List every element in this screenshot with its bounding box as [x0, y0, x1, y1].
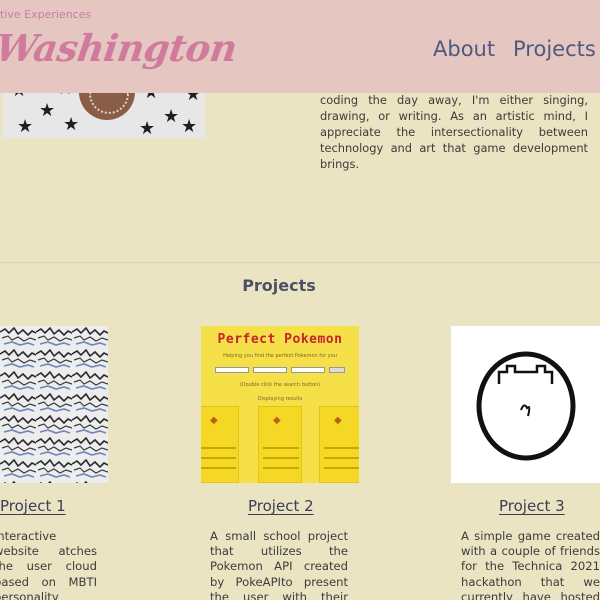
- project-2-description: A small school project that utilizes the…: [210, 529, 348, 600]
- pokemon-sprite-icon: ◆: [334, 415, 342, 426]
- pokemon-filter-select[interactable]: [291, 367, 325, 373]
- project-1-title-link[interactable]: Project 1: [0, 497, 66, 515]
- pokemon-result-card: ◆: [258, 406, 302, 483]
- section-divider: [0, 262, 600, 263]
- pattern-graphic: [0, 326, 108, 483]
- game-character-graphic: [476, 351, 576, 461]
- project-1-description: interactive website atches the user clou…: [0, 529, 97, 600]
- site-header: tive Experiences Washington About Projec…: [0, 0, 600, 93]
- project-2-title-link[interactable]: Project 2: [248, 497, 314, 515]
- nav-projects-link[interactable]: Projects: [513, 37, 596, 61]
- project-3-title-link[interactable]: Project 3: [499, 497, 565, 515]
- pokemon-filter-select[interactable]: [215, 367, 249, 373]
- pokemon-app-results-label: Displaying results: [257, 396, 303, 402]
- pokemon-sprite-icon: ◆: [273, 415, 281, 426]
- project-3-thumbnail[interactable]: [451, 326, 600, 483]
- project-2-thumbnail[interactable]: Perfect Pokemon Helping you find the per…: [201, 326, 359, 483]
- pokemon-app-title: Perfect Pokemon: [217, 332, 343, 347]
- shirt-star-icon: ★: [181, 116, 198, 137]
- shirt-star-icon: ★: [17, 116, 34, 137]
- pokemon-result-card: ◆: [201, 406, 239, 483]
- shirt-star-icon: ★: [163, 106, 180, 127]
- site-tagline: tive Experiences: [0, 8, 92, 21]
- pokemon-sprite-icon: ◆: [210, 415, 218, 426]
- site-logo[interactable]: Washington: [0, 26, 240, 70]
- project-3-description: A simple game created with a couple of f…: [461, 529, 600, 600]
- pokemon-app-subtitle: Helping you find the perfect Pokemon for…: [223, 353, 337, 359]
- projects-heading: Projects: [242, 276, 316, 295]
- nav-about-link[interactable]: About: [433, 37, 495, 61]
- pokemon-result-card: ◆: [319, 406, 359, 483]
- shirt-star-icon: ★: [139, 118, 156, 138]
- shirt-star-icon: ★: [63, 114, 80, 135]
- project-1-thumbnail[interactable]: [0, 326, 108, 483]
- pokemon-filter-select[interactable]: [253, 367, 287, 373]
- pokemon-search-button[interactable]: [329, 367, 345, 373]
- pokemon-app-hint: (Double click the search button): [239, 382, 321, 388]
- shirt-star-icon: ★: [39, 100, 56, 121]
